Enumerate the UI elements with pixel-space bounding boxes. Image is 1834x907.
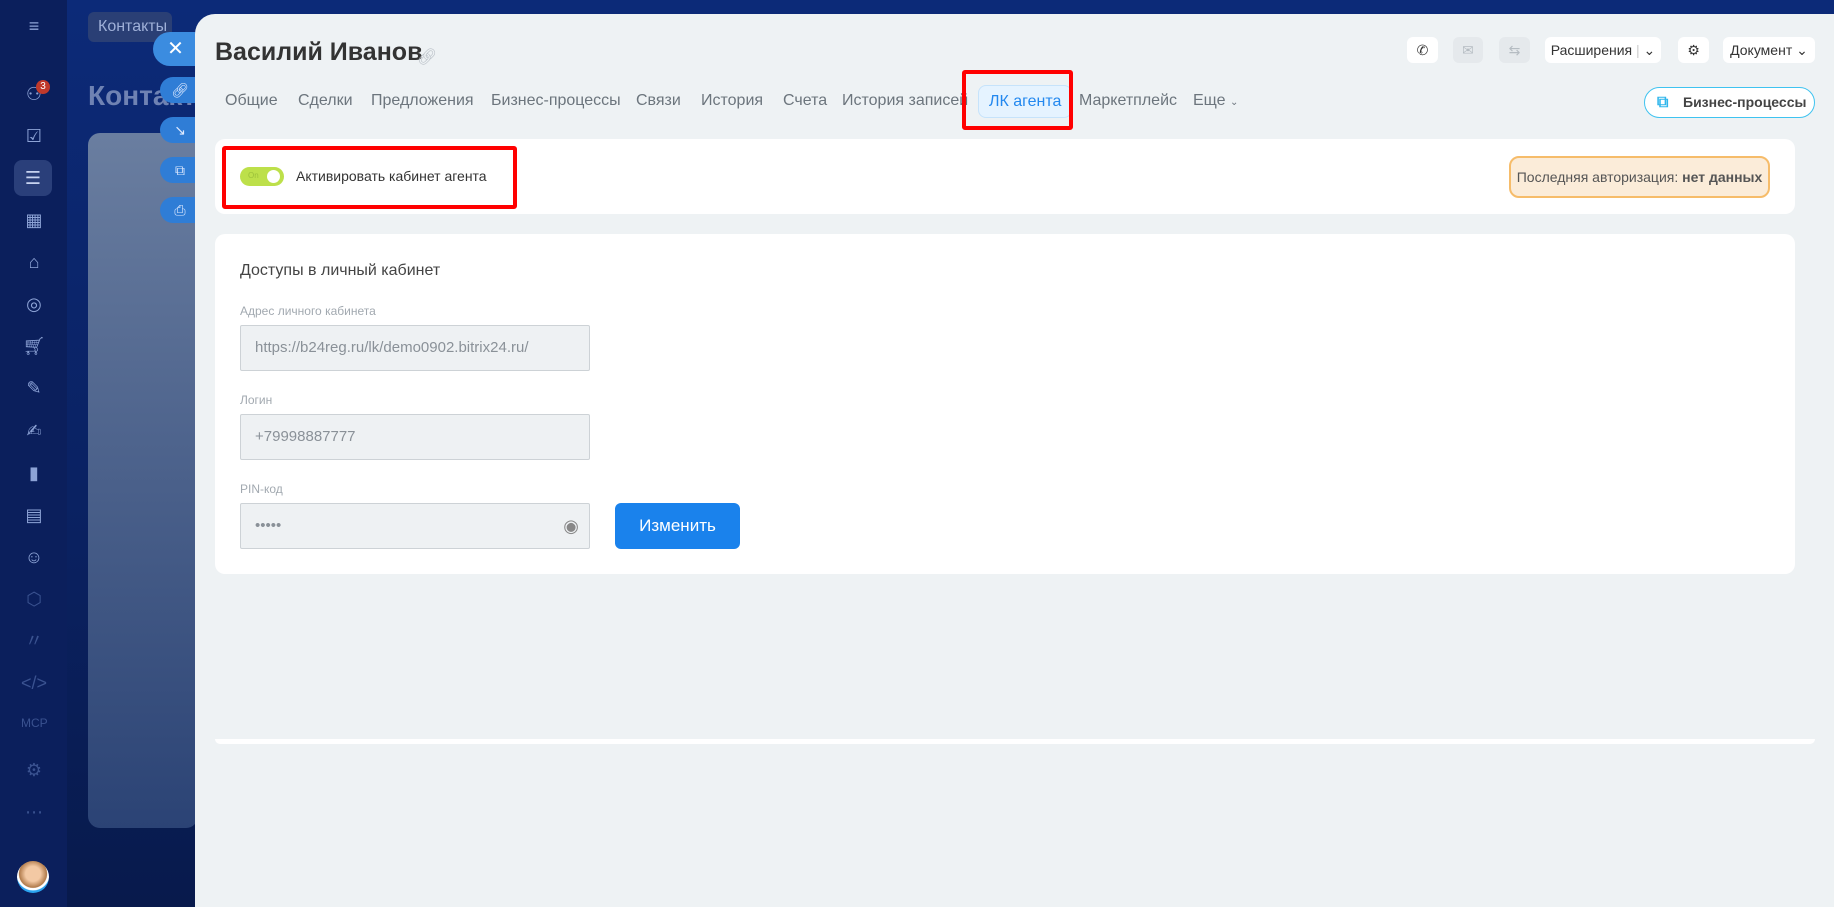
pin-input[interactable]: ••••• ◉: [240, 503, 590, 549]
copy-link-button[interactable]: 🔗︎: [160, 77, 200, 103]
tab-links[interactable]: Связи: [636, 92, 681, 110]
code-icon[interactable]: </>: [21, 672, 47, 694]
extensions-label: Расширения: [1550, 42, 1633, 58]
target-icon[interactable]: ◎: [21, 293, 47, 315]
crm-icon[interactable]: ☰: [14, 160, 52, 196]
extensions-dropdown[interactable]: Расширения | ⌄: [1545, 37, 1661, 63]
tab-marketplace[interactable]: Маркетплейс: [1079, 92, 1177, 110]
tasks-icon[interactable]: ☑: [21, 125, 47, 147]
highlight-box: [222, 146, 517, 209]
contact-center-icon[interactable]: ▤: [21, 504, 47, 526]
pin-label: PIN-код: [240, 482, 283, 496]
document-icon[interactable]: ✎: [21, 377, 47, 399]
tab-more-label: Еще: [1193, 92, 1226, 109]
bp-label: Бизнес-процессы: [1683, 94, 1807, 110]
cart-icon[interactable]: 🛒︎: [21, 335, 47, 357]
background-card: [88, 133, 198, 828]
pin-value: •••••: [255, 517, 282, 534]
tab-invoices[interactable]: Счета: [783, 92, 827, 110]
page-title: Василий Иванов: [215, 38, 423, 66]
robot-icon[interactable]: ☺: [21, 546, 47, 568]
address-label: Адрес личного кабинета: [240, 304, 376, 318]
chevron-down-icon: ⌄: [1796, 42, 1808, 58]
notification-badge: 3: [36, 80, 50, 94]
gear-icon: ⚙: [1687, 42, 1700, 58]
close-icon: ✕: [167, 38, 184, 60]
chevron-down-icon: ⌄: [1643, 42, 1656, 58]
tab-business-processes[interactable]: Бизнес-процессы: [491, 92, 621, 110]
tab-history[interactable]: История: [701, 92, 763, 110]
print-button[interactable]: ⎙: [160, 197, 200, 223]
link-icon: 🔗︎: [171, 82, 189, 98]
divider: [215, 739, 1815, 744]
last-auth-value: нет данных: [1682, 169, 1763, 185]
link-icon[interactable]: 🔗︎: [417, 47, 437, 67]
change-button[interactable]: Изменить: [615, 503, 740, 549]
email-button[interactable]: ✉: [1453, 37, 1483, 63]
highlight-box: [962, 70, 1073, 130]
eye-icon[interactable]: ◉: [563, 504, 579, 548]
mcp-icon[interactable]: MCP: [21, 712, 48, 734]
settings-icon[interactable]: ⚙: [21, 759, 47, 781]
call-button[interactable]: ✆: [1407, 37, 1438, 63]
tab-general[interactable]: Общие: [225, 92, 278, 110]
avatar[interactable]: [17, 861, 49, 893]
sign-icon[interactable]: ✍: [21, 420, 47, 442]
business-process-icon: ⧉: [1657, 94, 1669, 111]
more-icon[interactable]: ⋯: [21, 801, 47, 823]
access-card: Доступы в личный кабинет Адрес личного к…: [215, 234, 1795, 574]
settings-button[interactable]: ⚙: [1678, 37, 1709, 63]
last-auth-badge: Последняя авторизация: нет данных: [1509, 156, 1770, 198]
arrow-down-right-icon: ↘: [174, 122, 186, 138]
chat-icon: ⇆: [1508, 42, 1521, 58]
chat-button[interactable]: ⇆: [1499, 37, 1530, 63]
login-label: Логин: [240, 393, 273, 407]
box-icon[interactable]: ⬡: [21, 588, 47, 610]
tab-more[interactable]: Еще ⌄: [1193, 92, 1238, 110]
business-processes-button[interactable]: ⧉ Бизнес-процессы: [1644, 87, 1815, 118]
minimize-button[interactable]: ↘: [160, 117, 200, 143]
close-slider-button[interactable]: ✕: [153, 32, 198, 66]
warehouse-icon[interactable]: ⌂: [21, 251, 47, 273]
document-dropdown[interactable]: Документ ⌄: [1723, 37, 1815, 63]
phone-icon: ✆: [1416, 42, 1429, 58]
chevron-down-icon: ⌄: [1230, 97, 1239, 108]
print-icon: ⎙: [174, 202, 186, 218]
external-link-icon: ⧉: [175, 162, 185, 178]
tab-deals[interactable]: Сделки: [298, 92, 353, 110]
left-sidebar: ≡ ⚇ 3 ☑ ☰ ▦ ⌂ ◎ 🛒︎ ✎ ✍ ▮ ▤ ☺ ⬡ 〃 </> MCP…: [0, 0, 67, 907]
tab-booking-history[interactable]: История записей: [842, 92, 968, 110]
address-input[interactable]: https://b24reg.ru/lk/demo0902.bitrix24.r…: [240, 325, 590, 371]
last-auth-label: Последняя авторизация:: [1516, 169, 1679, 185]
access-heading: Доступы в личный кабинет: [240, 262, 441, 279]
tab-offers[interactable]: Предложения: [371, 92, 474, 110]
open-new-window-button[interactable]: ⧉: [160, 157, 200, 183]
calendar-icon[interactable]: ▦: [21, 209, 47, 231]
analytics-icon[interactable]: ▮: [21, 462, 47, 484]
market-icon[interactable]: 〃: [21, 630, 47, 652]
login-input[interactable]: +79998887777: [240, 414, 590, 460]
mail-icon: ✉: [1462, 42, 1474, 58]
menu-icon[interactable]: ≡: [21, 15, 47, 37]
document-label: Документ: [1730, 42, 1793, 58]
contact-slider-panel: Василий Иванов 🔗︎ Общие Сделки Предложен…: [195, 14, 1834, 907]
